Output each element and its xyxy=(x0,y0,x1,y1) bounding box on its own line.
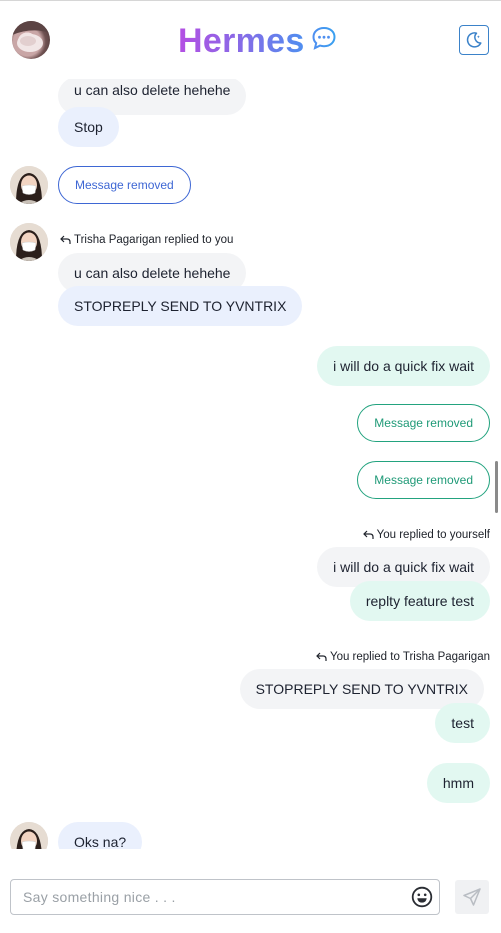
chat-app: Hermes u can also delete hehehe Stop Mes… xyxy=(0,0,501,933)
outgoing-message[interactable]: hmm xyxy=(426,763,490,803)
message-text: Message removed xyxy=(374,416,473,430)
removed-message: Message removed xyxy=(357,404,490,442)
reply-note-text: You replied to Trisha Pagarigan xyxy=(329,651,490,663)
reply-note-text: Trisha Pagarigan replied to you xyxy=(74,234,234,246)
reply-indicator: Trisha Pagarigan replied to you xyxy=(60,234,233,246)
removed-message: Message removed xyxy=(357,461,490,499)
message-input-wrapper xyxy=(10,879,440,915)
removed-message: Message removed xyxy=(58,166,191,204)
contact-avatar[interactable] xyxy=(10,166,48,204)
message-text: u can also delete hehehe xyxy=(74,82,231,98)
message-text: Message removed xyxy=(374,473,473,487)
message-text: replty feature test xyxy=(365,593,474,609)
incoming-message[interactable]: Oks na? xyxy=(58,822,143,849)
contact-avatar[interactable] xyxy=(10,223,48,261)
reply-arrow-icon xyxy=(60,235,71,244)
composer xyxy=(0,849,501,933)
send-button[interactable] xyxy=(455,880,489,914)
message-text: STOPREPLY SEND TO YVNTRIX xyxy=(255,681,468,697)
outgoing-message[interactable]: test xyxy=(435,703,490,743)
send-icon xyxy=(463,888,481,906)
incoming-message[interactable]: STOPREPLY SEND TO YVNTRIX xyxy=(58,286,303,326)
message-text: Oks na? xyxy=(74,834,127,849)
reply-indicator: You replied to Trisha Pagarigan xyxy=(316,651,490,663)
reply-arrow-icon xyxy=(316,652,327,661)
user-avatar[interactable] xyxy=(12,21,50,59)
app-title: Hermes xyxy=(178,22,305,60)
outgoing-message[interactable]: i will do a quick fix wait xyxy=(317,346,490,386)
outgoing-message[interactable]: replty feature test xyxy=(349,581,490,621)
smiley-icon[interactable] xyxy=(411,886,433,908)
message-text: u can also delete hehehe xyxy=(74,265,231,281)
incoming-message[interactable]: Stop xyxy=(58,107,119,147)
reply-note-text: You replied to yourself xyxy=(376,529,490,541)
theme-toggle-button[interactable] xyxy=(459,25,489,55)
scrollbar-thumb[interactable] xyxy=(495,461,498,513)
contact-avatar[interactable] xyxy=(10,822,48,849)
reply-arrow-icon xyxy=(362,530,374,539)
message-feed[interactable]: u can also delete hehehe Stop Message re… xyxy=(0,79,501,849)
message-text: Stop xyxy=(74,119,103,135)
brand: Hermes xyxy=(178,21,337,61)
chat-bubble-icon xyxy=(311,25,337,51)
message-text: i will do a quick fix wait xyxy=(333,358,474,374)
message-text: Message removed xyxy=(75,178,174,192)
message-text: hmm xyxy=(442,775,474,791)
moon-icon xyxy=(466,32,482,48)
reply-indicator: You replied to yourself xyxy=(362,529,490,541)
quoted-message[interactable]: STOPREPLY SEND TO YVNTRIX xyxy=(239,669,484,709)
message-text: STOPREPLY SEND TO YVNTRIX xyxy=(74,298,287,314)
message-input[interactable] xyxy=(11,880,406,914)
header: Hermes xyxy=(0,1,501,79)
message-text: i will do a quick fix wait xyxy=(333,559,474,575)
message-text: test xyxy=(451,715,474,731)
